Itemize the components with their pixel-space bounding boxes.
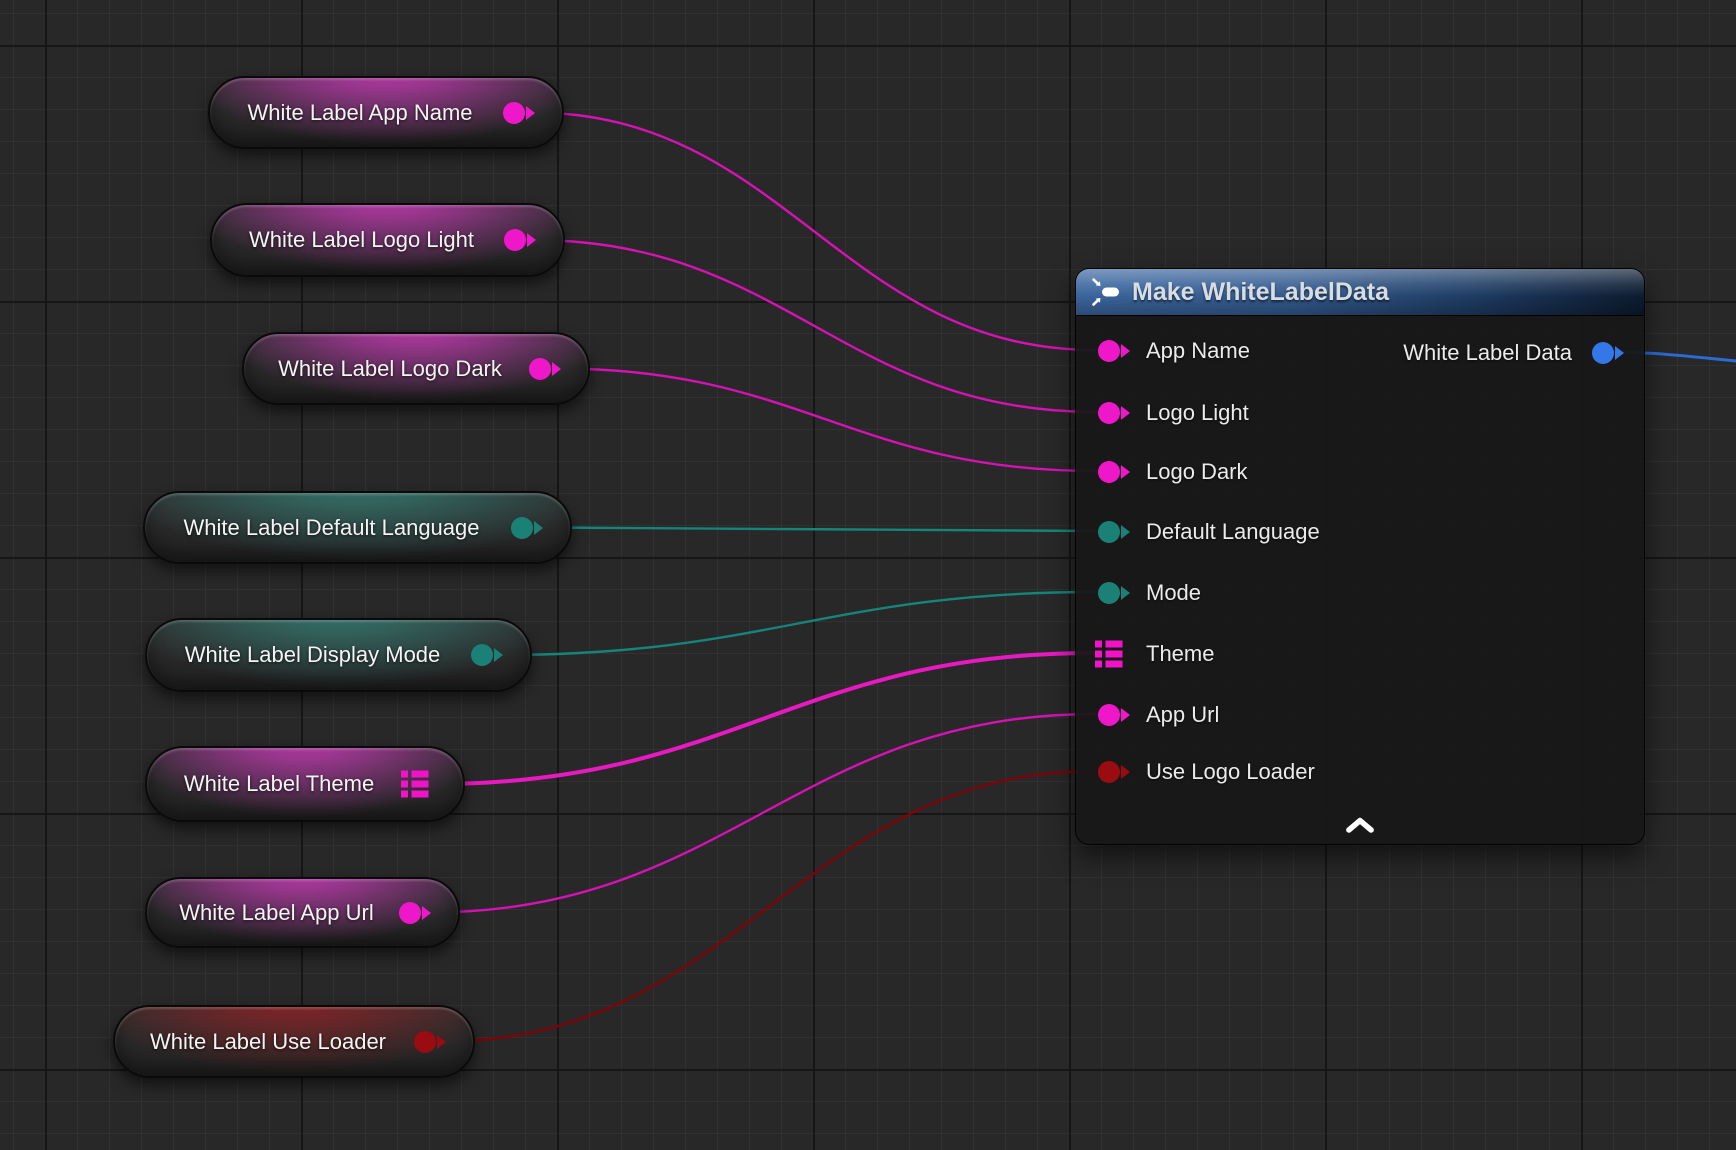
chevron-up-icon (1344, 815, 1376, 835)
output-pin-label: White Label Data (1403, 340, 1572, 366)
input-row-logo-dark: Logo Dark (1076, 442, 1644, 502)
white-label-logo-light-output-pin[interactable] (504, 229, 526, 251)
variable-getter-label: White Label Logo Light (234, 227, 489, 253)
white-label-use-loader-output-pin[interactable] (414, 1031, 436, 1053)
variable-getter-label: White Label Default Language (167, 515, 496, 541)
variable-getter-label: White Label App Url (169, 900, 384, 926)
input-row-theme: Theme (1076, 624, 1644, 684)
input-row-app-url: App Url (1076, 685, 1644, 745)
white-label-default-language-output-pin[interactable] (511, 517, 533, 539)
getter-node-white-label-theme[interactable]: White Label Theme (145, 746, 465, 822)
input-pin-label: Mode (1146, 580, 1201, 606)
collapse-node-button[interactable] (1337, 812, 1383, 838)
wire-white-label-logo-dark[interactable] (558, 369, 1096, 472)
white-label-display-mode-output-pin[interactable] (471, 644, 493, 666)
getter-node-white-label-logo-light[interactable]: White Label Logo Light (210, 203, 565, 277)
node-title-bar[interactable]: Make WhiteLabelData (1076, 269, 1644, 316)
make-whitelabeldata-node[interactable]: Make WhiteLabelDataApp NameLogo LightLog… (1075, 268, 1645, 845)
getter-node-white-label-use-loader[interactable]: White Label Use Loader (113, 1005, 475, 1078)
input-pin-label: Use Logo Loader (1146, 759, 1315, 785)
wire-white-label-display-mode[interactable] (500, 592, 1096, 655)
struct-pin-icon (400, 769, 430, 799)
getter-node-white-label-app-url[interactable]: White Label App Url (145, 877, 460, 948)
wire-white-label-theme[interactable] (435, 653, 1093, 784)
white-label-theme-output-pin[interactable] (400, 769, 430, 799)
blueprint-graph-canvas[interactable]: White Label App Name White Label Logo Lig… (0, 0, 1736, 1150)
wire-white-label-logo-light[interactable] (533, 240, 1096, 412)
input-pin-app-url[interactable] (1098, 704, 1120, 726)
wire-white-label-app-url[interactable] (428, 714, 1096, 913)
struct-pin-icon (1094, 639, 1124, 669)
input-pin-label: Theme (1146, 641, 1214, 667)
getter-node-white-label-display-mode[interactable]: White Label Display Mode (145, 618, 532, 692)
output-row-white-label-data: White Label Data (1076, 323, 1644, 383)
wire-white-label-use-loader[interactable] (443, 771, 1096, 1042)
node-title: Make WhiteLabelData (1132, 278, 1389, 307)
white-label-logo-dark-output-pin[interactable] (529, 358, 551, 380)
white-label-app-name-output-pin[interactable] (503, 102, 525, 124)
variable-getter-label: White Label Logo Dark (266, 356, 514, 382)
input-row-use-logo-loader: Use Logo Loader (1076, 742, 1644, 802)
input-row-default-language: Default Language (1076, 502, 1644, 562)
variable-getter-label: White Label Use Loader (137, 1029, 399, 1055)
input-pin-logo-dark[interactable] (1098, 461, 1120, 483)
input-pin-mode[interactable] (1098, 582, 1120, 604)
variable-getter-label: White Label Theme (169, 771, 389, 797)
getter-node-white-label-default-language[interactable]: White Label Default Language (143, 491, 572, 564)
input-row-mode: Mode (1076, 563, 1644, 623)
wire-white-label-default-language[interactable] (540, 528, 1096, 532)
input-pin-label: Default Language (1146, 519, 1320, 545)
input-pin-label: Logo Light (1146, 400, 1249, 426)
variable-getter-label: White Label App Name (232, 100, 488, 126)
wire-white-label-app-name[interactable] (532, 113, 1096, 351)
input-pin-label: App Url (1146, 702, 1219, 728)
input-row-logo-light: Logo Light (1076, 383, 1644, 443)
variable-getter-label: White Label Display Mode (169, 642, 456, 668)
make-struct-icon (1091, 277, 1121, 307)
input-pin-logo-light[interactable] (1098, 402, 1120, 424)
input-pin-theme[interactable] (1094, 639, 1124, 669)
input-pin-label: Logo Dark (1146, 459, 1248, 485)
getter-node-white-label-app-name[interactable]: White Label App Name (208, 76, 564, 149)
input-pin-use-logo-loader[interactable] (1098, 761, 1120, 783)
input-pin-default-language[interactable] (1098, 521, 1120, 543)
white-label-app-url-output-pin[interactable] (399, 902, 421, 924)
getter-node-white-label-logo-dark[interactable]: White Label Logo Dark (242, 332, 590, 405)
output-pin-white-label-data[interactable] (1592, 342, 1614, 364)
